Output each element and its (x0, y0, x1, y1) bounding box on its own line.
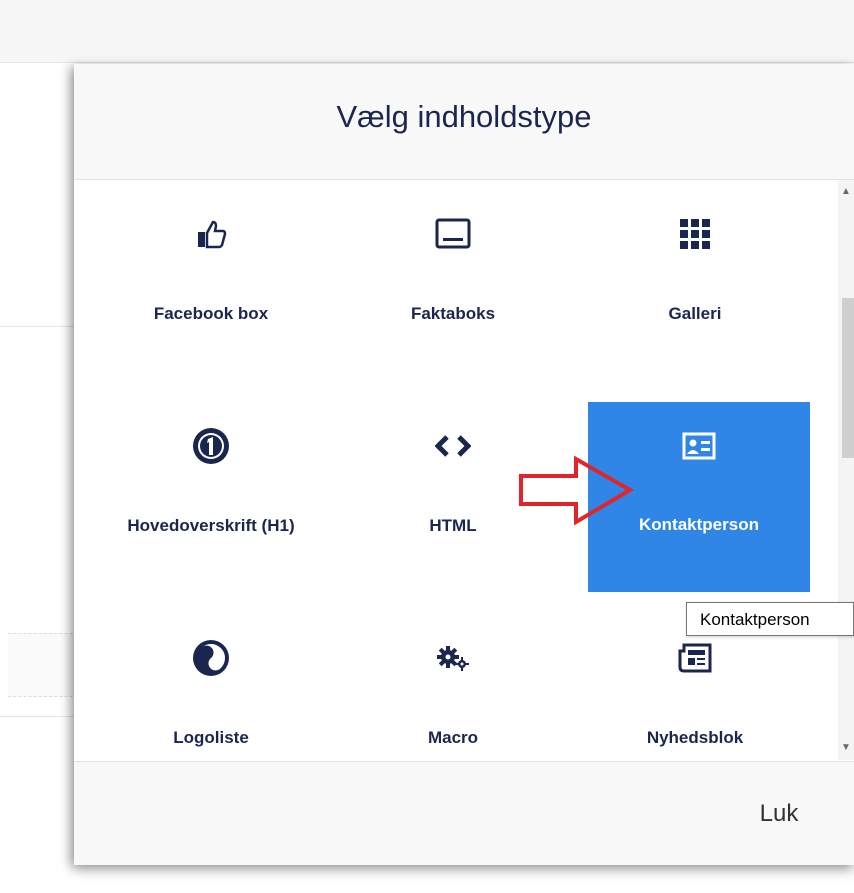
tile-label: Galleri (668, 304, 722, 323)
tooltip: Kontaktperson (686, 602, 854, 636)
tile-label: Facebook box (153, 304, 269, 323)
content-type-grid: Facebook box Faktaboks Galleri Hovedover… (74, 180, 854, 760)
tile-label: Macro (427, 728, 479, 747)
tile-label: Faktaboks (410, 304, 496, 323)
yin-yang-icon (100, 628, 322, 688)
dialog-title: Vælg indholdstype (336, 98, 592, 134)
scroll-up-arrow[interactable]: ▲ (838, 184, 854, 200)
content-type-dialog: Vælg indholdstype Facebook box Faktaboks (74, 64, 854, 865)
background-divider-2 (0, 716, 80, 717)
background-topbar (0, 0, 854, 63)
background-divider (0, 326, 80, 327)
tile-hovedoverskrift[interactable]: Hovedoverskrift (H1) (100, 392, 322, 582)
scroll-thumb[interactable] (842, 298, 854, 458)
tile-logoliste[interactable]: Logoliste (100, 604, 322, 760)
thumbs-up-icon (100, 204, 322, 264)
red-arrow-annotation (519, 456, 634, 526)
dialog-header: Vælg indholdstype (74, 64, 854, 180)
window-icon (342, 204, 564, 264)
dialog-footer: Luk (74, 761, 854, 865)
scroll-down-arrow[interactable]: ▼ (838, 740, 854, 756)
tile-macro[interactable]: Macro (342, 604, 564, 760)
number-one-icon (100, 416, 322, 476)
tile-label: Hovedoverskrift (H1) (127, 516, 295, 535)
grid-icon (584, 204, 806, 264)
close-button[interactable]: Luk (734, 792, 824, 836)
tile-faktaboks[interactable]: Faktaboks (342, 180, 564, 370)
gears-icon (342, 628, 564, 688)
tile-galleri[interactable]: Galleri (584, 180, 806, 370)
newspaper-icon (584, 628, 806, 688)
scrollbar[interactable]: ▲ ▼ (838, 180, 854, 760)
tile-label: Nyhedsblok (646, 728, 744, 747)
tile-facebook-box[interactable]: Facebook box (100, 180, 322, 370)
tile-label: Logoliste (173, 728, 249, 747)
